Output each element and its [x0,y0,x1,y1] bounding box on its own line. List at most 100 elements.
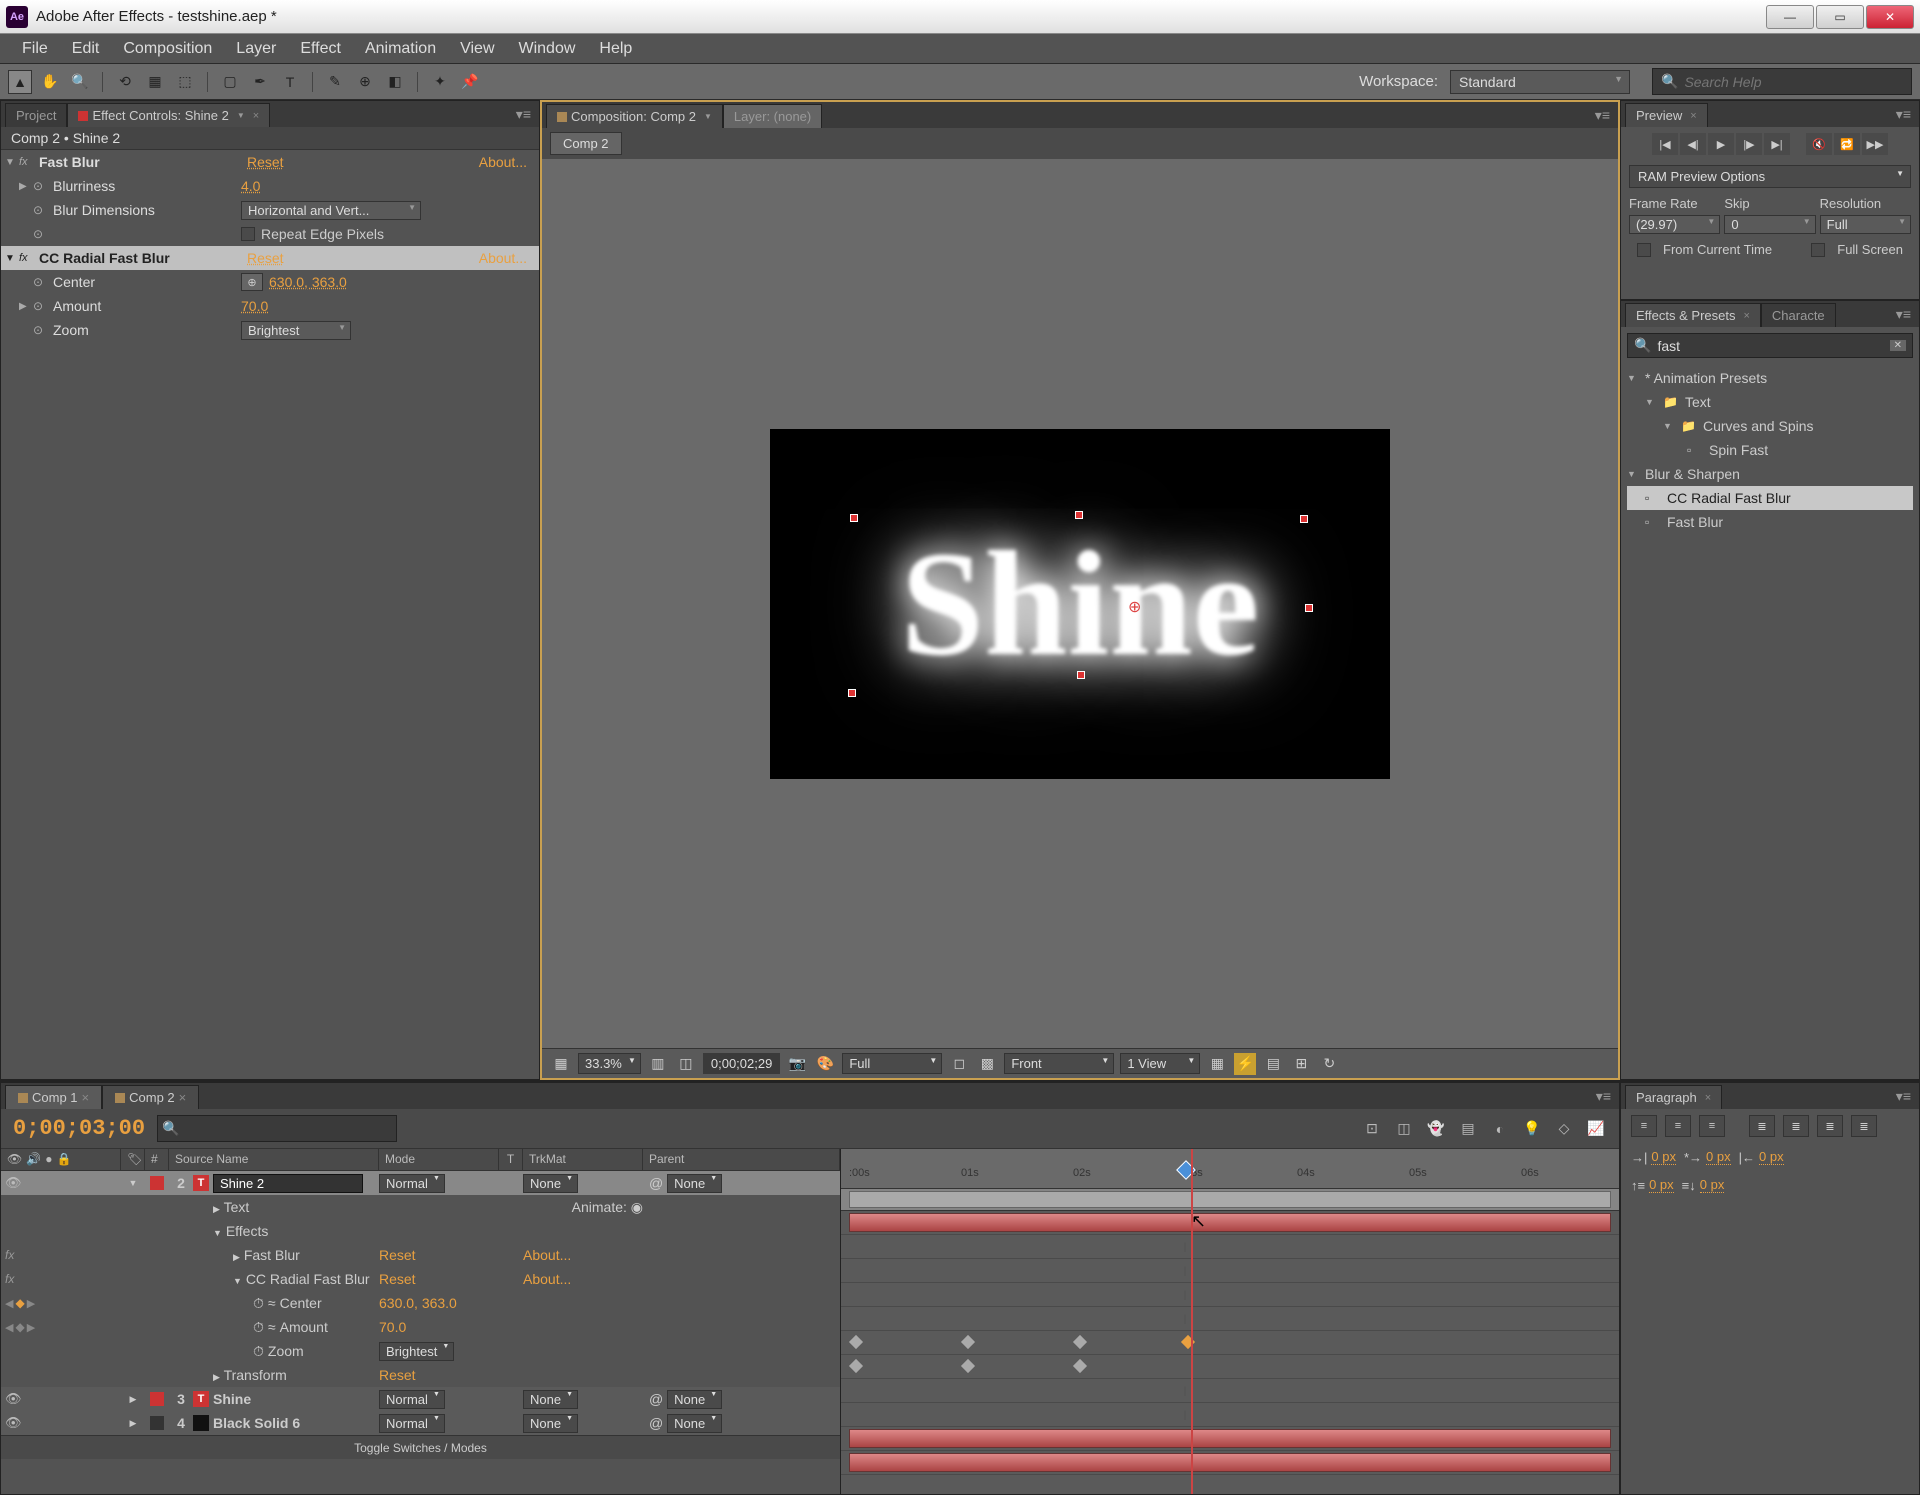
parent-pickwhip-icon[interactable]: @ [649,1391,663,1407]
space-before-value[interactable]: 0 px [1649,1177,1674,1193]
keyframe[interactable] [961,1335,975,1349]
tl-center-value[interactable]: 630.0, 363.0 [379,1295,457,1311]
clone-tool-icon[interactable]: ⊕ [353,70,377,94]
text-tool-icon[interactable]: T [278,70,302,94]
panel-menu-icon[interactable]: ▾≡ [508,102,539,127]
justify-center-button[interactable]: ≣ [1783,1115,1809,1137]
shy-icon[interactable]: 👻 [1423,1116,1449,1142]
transparency-icon[interactable]: ▩ [976,1053,998,1075]
last-frame-button[interactable]: ▶| [1764,133,1790,155]
space-after-value[interactable]: 0 px [1700,1177,1725,1193]
blurriness-value[interactable]: 4.0 [241,178,260,194]
parent-pickwhip-icon[interactable]: @ [649,1415,663,1431]
reset-exposure-icon[interactable]: ↻ [1318,1053,1340,1075]
tl-cc-reset[interactable]: Reset [379,1271,416,1287]
clear-search-icon[interactable]: ✕ [1890,340,1906,351]
menu-layer[interactable]: Layer [226,36,286,62]
tl-transform-reset[interactable]: Reset [379,1367,416,1383]
first-frame-button[interactable]: |◀ [1652,133,1678,155]
workspace-dropdown[interactable]: Standard [1450,70,1630,94]
indent-right-value[interactable]: 0 px [1759,1149,1784,1165]
prev-key-button[interactable]: ◀ [5,1321,13,1334]
loop-button[interactable]: 🔁 [1834,133,1860,155]
ec-fastblur-reset[interactable]: Reset [247,154,284,170]
close-button[interactable]: ✕ [1866,5,1914,29]
tl-text-group[interactable]: ▶ Text Animate: ◉ [1,1195,840,1219]
graph-editor-icon[interactable]: 📈 [1583,1116,1609,1142]
toggle-switches-button[interactable]: Toggle Switches / Modes [1,1435,840,1459]
tl-effects-group[interactable]: ▼ Effects [1,1219,840,1243]
maximize-button[interactable]: ▭ [1816,5,1864,29]
draft3d-icon[interactable]: ◫ [1391,1116,1417,1142]
current-time-indicator[interactable] [1191,1149,1193,1494]
tl-ccradial-row[interactable]: fx ▼ CC Radial Fast Blur Reset About... [1,1267,840,1291]
tl-zoom-dropdown[interactable]: Brightest [379,1342,454,1361]
add-key-button[interactable]: ◆ [15,1296,24,1310]
timeline-tab-comp1[interactable]: Comp 1× [5,1085,102,1109]
preview-panel-menu-icon[interactable]: ▾≡ [1888,102,1919,127]
camera-tool-icon[interactable]: ▦ [143,70,167,94]
timecode-display[interactable]: 0;00;02;29 [703,1053,780,1074]
rectangle-tool-icon[interactable]: ▢ [218,70,242,94]
justify-right-button[interactable]: ≣ [1817,1115,1843,1137]
blurdim-dropdown[interactable]: Horizontal and Vert... [241,201,421,220]
comp-mini-flowchart-icon[interactable]: ⊡ [1359,1116,1385,1142]
tl-center-prop[interactable]: ◀◆▶ ⏱≈Center 630.0, 363.0 [1,1291,840,1315]
ram-preview-dropdown[interactable]: RAM Preview Options [1629,165,1911,188]
layer-bar[interactable] [849,1453,1611,1472]
control-point[interactable] [1075,511,1083,519]
align-right-button[interactable]: ≡ [1699,1115,1725,1137]
para-panel-menu-icon[interactable]: ▾≡ [1888,1084,1919,1109]
play-button[interactable]: ▶ [1708,133,1734,155]
eraser-tool-icon[interactable]: ◧ [383,70,407,94]
rotate-tool-icon[interactable]: ⟲ [113,70,137,94]
layer-bar[interactable] [849,1213,1611,1232]
ram-preview-button[interactable]: ▶▶ [1862,133,1888,155]
center-crosshair-icon[interactable]: ⊕ [1128,597,1144,613]
add-key-button[interactable]: ◆ [15,1320,24,1334]
pixel-aspect-icon[interactable]: ▦ [1206,1053,1228,1075]
flowchart-icon[interactable]: ⊞ [1290,1053,1312,1075]
visibility-toggle[interactable]: 👁 [5,1175,22,1191]
timeline-tab-comp2[interactable]: Comp 2× [102,1085,199,1109]
menu-edit[interactable]: Edit [62,36,110,62]
comp-panel-menu-icon[interactable]: ▾≡ [1587,103,1618,128]
timeline-icon[interactable]: ▤ [1262,1053,1284,1075]
brainstorm-icon[interactable]: 💡 [1519,1116,1545,1142]
toggle-alpha-icon[interactable]: ▦ [550,1053,572,1075]
tl-amount-value[interactable]: 70.0 [379,1319,406,1335]
ep-fast-blur[interactable]: ▫Fast Blur [1627,510,1913,534]
resolution-dropdown[interactable]: Full [842,1053,942,1074]
timeline-track-area[interactable]: :00s 01s 02s 03s 04s 05s 06s I I I I [841,1149,1619,1494]
timeline-layer-3[interactable]: 👁 ▶ 3 T Shine Normal None @ None [1,1387,840,1411]
full-screen-checkbox[interactable] [1811,243,1825,257]
selection-tool-icon[interactable]: ▲ [8,70,32,94]
paragraph-tab[interactable]: Paragraph× [1625,1085,1722,1109]
ec-cc-about[interactable]: About... [479,250,527,266]
composition-canvas[interactable]: Shine ⊕ [770,429,1390,779]
pen-tool-icon[interactable]: ✒ [248,70,272,94]
ec-ccradial-header[interactable]: ▼fx CC Radial Fast Blur Reset About... [1,246,539,270]
animate-button[interactable]: ◉ [631,1199,643,1215]
mute-button[interactable]: 🔇 [1806,133,1832,155]
composition-tab[interactable]: Composition: Comp 2▼ [546,104,723,128]
search-help-field[interactable]: 🔍 [1652,68,1912,95]
ep-text-folder[interactable]: ▼📁Text [1627,390,1913,414]
next-frame-button[interactable]: |▶ [1736,133,1762,155]
prev-frame-button[interactable]: ◀| [1680,133,1706,155]
center-picker-icon[interactable]: ⊕ [241,273,263,291]
ep-panel-menu-icon[interactable]: ▾≡ [1888,302,1919,327]
framerate-dropdown[interactable]: (29.97) [1629,215,1720,234]
mode-dropdown[interactable]: Normal [379,1174,445,1193]
hand-tool-icon[interactable]: ✋ [38,70,62,94]
views-dropdown[interactable]: 1 View [1120,1053,1200,1074]
tl-cc-about[interactable]: About... [523,1271,571,1287]
menu-effect[interactable]: Effect [290,36,351,62]
justify-left-button[interactable]: ≣ [1749,1115,1775,1137]
timeline-layer-2[interactable]: 👁 ▼ 2 T Shine 2 Normal None @ None [1,1171,840,1195]
effect-controls-tab[interactable]: Effect Controls: Shine 2▼× [67,103,270,127]
timeline-search[interactable]: 🔍 [157,1115,397,1142]
frame-blend-icon[interactable]: ▤ [1455,1116,1481,1142]
tl-fastblur-row[interactable]: fx ▶ Fast Blur Reset About... [1,1243,840,1267]
parent-pickwhip-icon[interactable]: @ [649,1175,663,1191]
